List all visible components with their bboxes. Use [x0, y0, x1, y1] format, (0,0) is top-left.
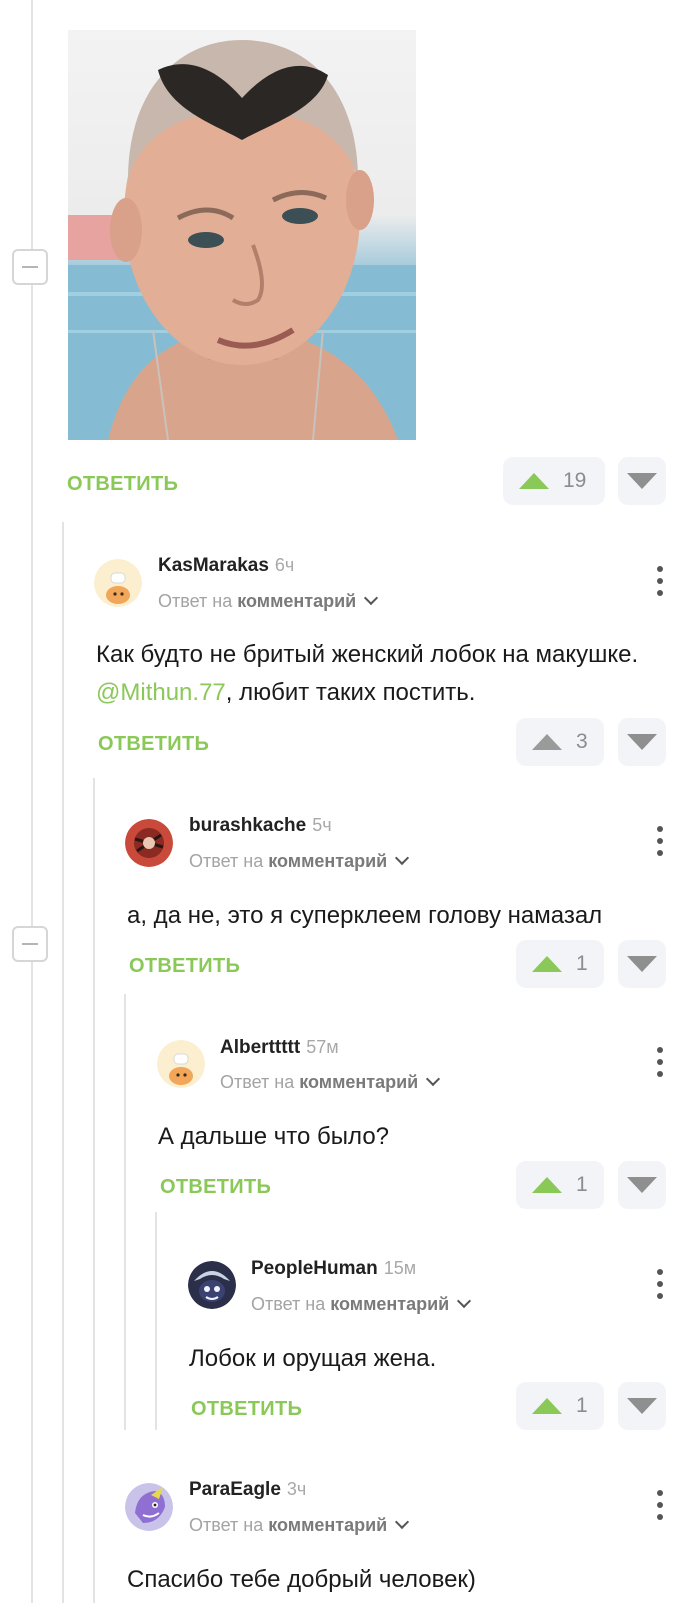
- vote-count: 3: [576, 730, 588, 753]
- arrow-down-icon: [627, 956, 657, 972]
- comment-text: Как будто не бритый женский лобок на мак…: [96, 636, 676, 712]
- comment-time: 5ч: [312, 815, 332, 835]
- chevron-down-icon[interactable]: [395, 850, 410, 866]
- more-options-icon[interactable]: [650, 566, 670, 596]
- red-art-avatar-icon: [125, 819, 173, 867]
- comment-text: Спасибо тебе добрый человек): [127, 1566, 476, 1593]
- comment-author[interactable]: PeopleHuman 15м: [251, 1258, 416, 1280]
- upvote-button[interactable]: 3: [516, 718, 604, 766]
- more-options-icon[interactable]: [650, 826, 670, 856]
- reply-to-link[interactable]: Ответ на комментарий: [158, 590, 379, 612]
- reply-to-label[interactable]: комментарий: [268, 851, 387, 871]
- reply-to-label[interactable]: комментарий: [299, 1072, 418, 1092]
- reply-button[interactable]: ОТВЕТИТЬ: [129, 955, 240, 978]
- thread-line: [124, 994, 126, 1430]
- upvote-button[interactable]: 1: [516, 1382, 604, 1430]
- avatar[interactable]: [188, 1261, 236, 1309]
- reply-to-label[interactable]: комментарий: [237, 591, 356, 611]
- arrow-up-icon: [532, 1177, 562, 1193]
- comment-time: 15м: [383, 1258, 417, 1278]
- comment-time: 6ч: [274, 555, 295, 575]
- upvote-button[interactable]: 1: [516, 1161, 604, 1209]
- reply-to-link[interactable]: Ответ на комментарий: [189, 850, 410, 872]
- reply-to-label[interactable]: комментарий: [330, 1294, 449, 1314]
- reply-to-prefix: Ответ на: [220, 1072, 295, 1092]
- comment-text-part: Как будто не бритый женский лобок на мак…: [96, 641, 639, 668]
- more-options-icon[interactable]: [650, 1269, 670, 1299]
- pony-avatar-icon: [125, 1483, 173, 1531]
- chevron-down-icon[interactable]: [364, 590, 379, 606]
- avatar[interactable]: [157, 1040, 205, 1088]
- post-image[interactable]: [68, 30, 416, 440]
- reply-button[interactable]: ОТВЕТИТЬ: [160, 1176, 271, 1199]
- comment-text: а, да не, это я суперклеем голову намаза…: [127, 902, 603, 929]
- comment-author[interactable]: Alberttttt 57м: [220, 1037, 339, 1059]
- vote-count: 1: [576, 952, 588, 975]
- arrow-up-icon: [532, 734, 562, 750]
- collapse-thread-button[interactable]: [12, 249, 48, 285]
- reply-to-link[interactable]: Ответ на комментарий: [189, 1514, 410, 1536]
- comment-text: А дальше что было?: [158, 1123, 390, 1150]
- thread-line: [155, 1212, 157, 1430]
- downvote-button[interactable]: [618, 1382, 666, 1430]
- author-name[interactable]: ParaEagle: [189, 1479, 281, 1500]
- arrow-up-icon: [532, 956, 562, 972]
- arrow-down-icon: [627, 734, 657, 750]
- thread-line: [93, 778, 95, 1603]
- character-avatar-icon: [188, 1261, 236, 1309]
- downvote-button[interactable]: [618, 1161, 666, 1209]
- vote-count: 1: [576, 1173, 588, 1196]
- chevron-down-icon[interactable]: [395, 1514, 410, 1530]
- collapse-thread-button[interactable]: [12, 926, 48, 962]
- arrow-down-icon: [627, 1177, 657, 1193]
- thread-line: [62, 522, 64, 1603]
- vote-count: 1: [576, 1394, 588, 1417]
- reply-button[interactable]: ОТВЕТИТЬ: [67, 473, 178, 496]
- chef-avatar-icon: [94, 559, 142, 607]
- avatar[interactable]: [125, 819, 173, 867]
- comment-text-part: , любит таких постить.: [225, 679, 476, 706]
- downvote-button[interactable]: [618, 940, 666, 988]
- reply-to-prefix: Ответ на: [158, 591, 233, 611]
- arrow-up-icon: [532, 1398, 562, 1414]
- comment-author[interactable]: burashkache 5ч: [189, 815, 332, 837]
- downvote-button[interactable]: [618, 457, 666, 505]
- reply-to-prefix: Ответ на: [251, 1294, 326, 1314]
- reply-button[interactable]: ОТВЕТИТЬ: [191, 1398, 302, 1421]
- upvote-button[interactable]: 1: [516, 940, 604, 988]
- comment-text: Лобок и орущая жена.: [189, 1345, 437, 1372]
- vote-count: 19: [563, 469, 587, 492]
- thread-line: [31, 0, 33, 1603]
- arrow-down-icon: [627, 473, 657, 489]
- chevron-down-icon[interactable]: [457, 1293, 472, 1309]
- arrow-up-icon: [519, 473, 549, 489]
- chef-avatar-icon: [157, 1040, 205, 1088]
- comment-time: 3ч: [286, 1479, 307, 1499]
- author-name[interactable]: Alberttttt: [220, 1037, 300, 1058]
- user-mention-link[interactable]: @Mithun.77: [96, 679, 226, 706]
- portrait-image: [68, 40, 416, 440]
- author-name[interactable]: KasMarakas: [158, 555, 269, 576]
- reply-to-link[interactable]: Ответ на комментарий: [220, 1071, 441, 1093]
- reply-button[interactable]: ОТВЕТИТЬ: [98, 733, 209, 756]
- more-options-icon[interactable]: [650, 1490, 670, 1520]
- author-name[interactable]: burashkache: [189, 815, 306, 836]
- chevron-down-icon[interactable]: [426, 1071, 441, 1087]
- upvote-button[interactable]: 19: [503, 457, 605, 505]
- comment-author[interactable]: ParaEagle 3ч: [189, 1479, 306, 1501]
- author-name[interactable]: PeopleHuman: [251, 1258, 378, 1279]
- reply-to-label[interactable]: комментарий: [268, 1515, 387, 1535]
- reply-to-prefix: Ответ на: [189, 1515, 264, 1535]
- arrow-down-icon: [627, 1398, 657, 1414]
- more-options-icon[interactable]: [650, 1047, 670, 1077]
- reply-to-prefix: Ответ на: [189, 851, 264, 871]
- downvote-button[interactable]: [618, 718, 666, 766]
- comment-author[interactable]: KasMarakas 6ч: [158, 555, 294, 577]
- comment-time: 57м: [306, 1037, 339, 1057]
- reply-to-link[interactable]: Ответ на комментарий: [251, 1293, 472, 1315]
- avatar[interactable]: [125, 1483, 173, 1531]
- avatar[interactable]: [94, 559, 142, 607]
